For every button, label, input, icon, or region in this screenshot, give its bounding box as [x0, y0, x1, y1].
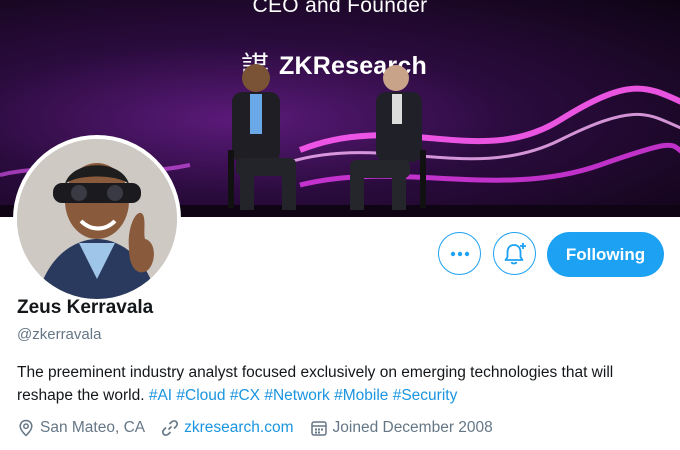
website-link[interactable]: zkresearch.com — [184, 419, 293, 437]
profile-handle: @zkerravala — [17, 326, 102, 343]
avatar-photo — [17, 139, 177, 299]
profile-avatar[interactable] — [13, 135, 181, 303]
profile-meta: San Mateo, CA zkresearch.com Joined Dece… — [17, 419, 509, 437]
location-pin-icon — [17, 419, 35, 437]
hashtag-link[interactable]: #Mobile — [334, 387, 388, 404]
notifications-button[interactable] — [493, 232, 536, 275]
link-icon — [161, 419, 179, 437]
joined-item: Joined December 2008 — [310, 419, 493, 437]
joined-text: Joined December 2008 — [332, 419, 493, 436]
location-text: San Mateo, CA — [40, 419, 146, 436]
location-item: San Mateo, CA — [17, 419, 145, 437]
hashtag-link[interactable]: #Security — [393, 387, 458, 404]
hashtag-link[interactable]: #Network — [264, 387, 329, 404]
notification-bell-plus-icon — [504, 242, 526, 264]
hashtag-link[interactable]: #Cloud — [176, 387, 225, 404]
bio-hashtags: #AI #Cloud #CX #Network #Mobile #Securit… — [149, 387, 457, 404]
calendar-icon — [310, 419, 328, 437]
more-dots-icon — [450, 251, 469, 256]
profile-name: Zeus Kerravala — [17, 297, 154, 318]
hashtag-link[interactable]: #AI — [149, 387, 172, 404]
profile-bio: The preeminent industry analyst focused … — [17, 361, 667, 407]
hashtag-link[interactable]: #CX — [230, 387, 260, 404]
website-item: zkresearch.com — [161, 419, 294, 437]
more-button[interactable] — [438, 232, 481, 275]
following-button[interactable]: Following — [547, 232, 664, 277]
